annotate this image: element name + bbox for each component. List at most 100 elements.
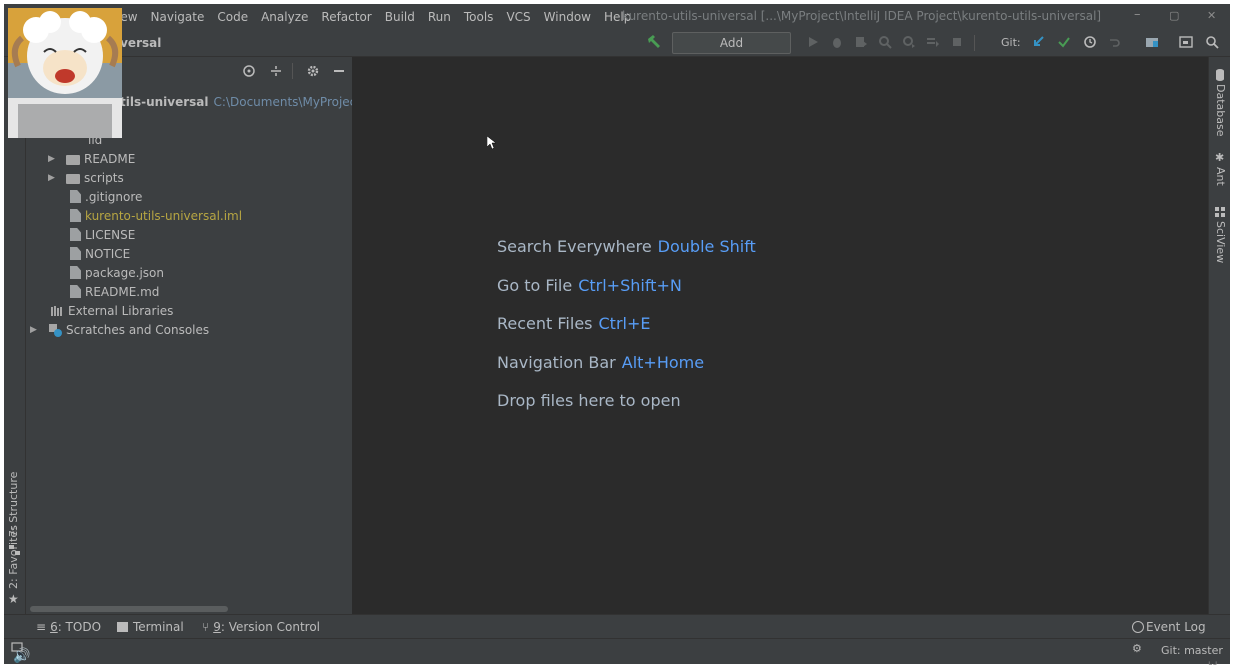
event-log-icon <box>1132 621 1144 633</box>
tree-item-notice[interactable]: NOTICE <box>70 244 130 263</box>
star-icon: ★ <box>8 592 19 606</box>
window-title: kurento-utils-universal [...\MyProject\I… <box>622 9 1102 23</box>
hide-panel-icon[interactable] <box>332 64 346 78</box>
tab-ant-label: Ant <box>1214 167 1227 186</box>
menu-tools[interactable]: Tools <box>464 10 494 24</box>
build-hammer-icon[interactable] <box>645 33 663 51</box>
bottom-tool-bar: ≡ 6: TODO Terminal ⑂ 9: Version Control … <box>4 614 1230 638</box>
run-icon[interactable] <box>806 35 820 49</box>
tree-item-scripts-folder[interactable]: ▶ scripts <box>48 168 124 187</box>
tree-item-label: README.md <box>85 284 160 299</box>
expand-arrow-icon[interactable]: ▶ <box>48 173 58 183</box>
tree-scratches[interactable]: ▶ Scratches and Consoles <box>30 320 209 339</box>
tree-item-gitignore[interactable]: .gitignore <box>70 187 142 206</box>
menu-window[interactable]: Window <box>544 10 591 24</box>
debug-icon[interactable] <box>830 35 844 49</box>
vcs-rollback-icon[interactable] <box>1107 35 1121 49</box>
hint-search-everywhere: Search Everywhere Double Shift <box>497 237 756 256</box>
hint-action: Navigation Bar <box>497 353 616 372</box>
hint-action: Drop files here to open <box>497 391 681 410</box>
project-tool-window: tils-universal C:\Documents\MyProject\In… <box>26 57 392 614</box>
minimize-button[interactable]: – <box>1134 7 1141 22</box>
folder-icon <box>66 154 80 165</box>
text-file-icon <box>70 247 81 260</box>
vcs-commit-icon[interactable] <box>1057 35 1071 49</box>
ide-window: iew Navigate Code Analyze Refactor Build… <box>4 4 1230 664</box>
tab-todo[interactable]: ≡ 6: TODO <box>36 620 101 634</box>
restore-button[interactable]: ▢ <box>1169 9 1179 22</box>
menu-items: iew Navigate Code Analyze Refactor Build… <box>117 4 644 29</box>
toolbar-separator <box>974 35 975 51</box>
hint-shortcut: Ctrl+Shift+N <box>578 276 682 295</box>
menu-analyze[interactable]: Analyze <box>261 10 308 24</box>
hint-navigation-bar: Navigation Bar Alt+Home <box>497 353 704 372</box>
vcs-update-icon[interactable] <box>1031 35 1045 49</box>
horizontal-scrollbar[interactable] <box>30 606 228 612</box>
tree-item-readme-md[interactable]: README.md <box>70 282 159 301</box>
presentation-icon[interactable] <box>1179 35 1193 49</box>
vcs-history-icon[interactable] <box>1083 35 1097 49</box>
tree-root[interactable]: tils-universal C:\Documents\MyProject\In… <box>120 92 392 111</box>
tree-item-label: LICENSE <box>85 227 136 242</box>
text-file-icon <box>70 228 81 241</box>
todo-list-icon: ≡ <box>36 620 47 634</box>
locate-icon[interactable] <box>242 64 256 78</box>
left-tool-strip: 7: Structure ★ 2: Favorites <box>4 57 26 614</box>
expand-arrow-icon[interactable]: ▶ <box>30 325 40 335</box>
panel-separator <box>292 63 293 79</box>
hint-recent-files: Recent Files Ctrl+E <box>497 314 650 333</box>
hint-go-to-file: Go to File Ctrl+Shift+N <box>497 276 682 295</box>
tab-terminal-label: Terminal <box>133 620 184 634</box>
tree-item-label: NOTICE <box>85 246 131 261</box>
tree-item-label: kurento-utils-universal.iml <box>85 208 243 223</box>
menu-bar: iew Navigate Code Analyze Refactor Build… <box>4 4 1230 29</box>
tree-item-label: Scratches and Consoles <box>66 322 210 337</box>
hint-shortcut: Alt+Home <box>621 353 705 372</box>
scratches-icon <box>49 323 62 337</box>
collapse-all-icon[interactable] <box>269 64 283 78</box>
tree-item-label: External Libraries <box>68 303 174 318</box>
concurrency-icon[interactable] <box>902 35 916 49</box>
menu-navigate[interactable]: Navigate <box>151 10 205 24</box>
menu-build[interactable]: Build <box>385 10 415 24</box>
tab-favorites[interactable]: ★ 2: Favorites <box>4 525 26 617</box>
run-anything-icon[interactable] <box>926 35 940 49</box>
hint-drop-files: Drop files here to open <box>497 391 681 410</box>
tree-item-package-json[interactable]: package.json <box>70 263 164 282</box>
library-icon <box>51 305 62 316</box>
tree-item-label: .gitignore <box>85 189 143 204</box>
expand-arrow-icon[interactable]: ▶ <box>48 154 58 164</box>
profile-icon[interactable] <box>878 35 892 49</box>
resize-handle-icon[interactable]: ⌞⌟ <box>1208 656 1217 667</box>
tree-item-license[interactable]: LICENSE <box>70 225 135 244</box>
gear-icon[interactable] <box>306 64 320 78</box>
module-file-icon <box>70 209 81 222</box>
close-button[interactable]: ✕ <box>1207 9 1216 22</box>
editor-empty-state[interactable]: Search Everywhere Double Shift Go to File… <box>352 57 1208 614</box>
add-configuration-button[interactable]: Add Configuration... <box>672 32 791 70</box>
tree-item-label: scripts <box>84 170 124 185</box>
tree-external-libraries[interactable]: External Libraries <box>50 301 173 320</box>
breadcrumb-project[interactable]: iversal <box>116 36 161 50</box>
menu-run[interactable]: Run <box>428 10 451 24</box>
menu-refactor[interactable]: Refactor <box>321 10 371 24</box>
tab-favorites-label: 2: Favorites <box>7 525 20 589</box>
tab-event-log[interactable]: Event Log <box>1132 620 1206 634</box>
menu-code[interactable]: Code <box>217 10 248 24</box>
search-icon[interactable] <box>1205 35 1219 49</box>
tab-event-log-label: Event Log <box>1146 620 1206 634</box>
run-with-coverage-icon[interactable] <box>854 35 868 49</box>
menu-vcs[interactable]: VCS <box>506 10 530 24</box>
terminal-icon <box>117 622 128 632</box>
hint-shortcut: Double Shift <box>657 237 756 256</box>
stop-icon[interactable] <box>950 35 964 49</box>
tree-item-iml[interactable]: kurento-utils-universal.iml <box>70 206 242 225</box>
json-file-icon <box>70 266 81 279</box>
folder-icon <box>66 173 80 184</box>
tab-version-control[interactable]: ⑂ 9: Version Control <box>202 620 320 634</box>
hint-action: Go to File <box>497 276 573 295</box>
tree-item-readme-folder[interactable]: ▶ README <box>48 149 135 168</box>
git-branch-warning-icon: ⚙ <box>1132 642 1142 655</box>
tab-terminal[interactable]: Terminal <box>117 620 184 634</box>
project-structure-icon[interactable] <box>1145 35 1159 49</box>
